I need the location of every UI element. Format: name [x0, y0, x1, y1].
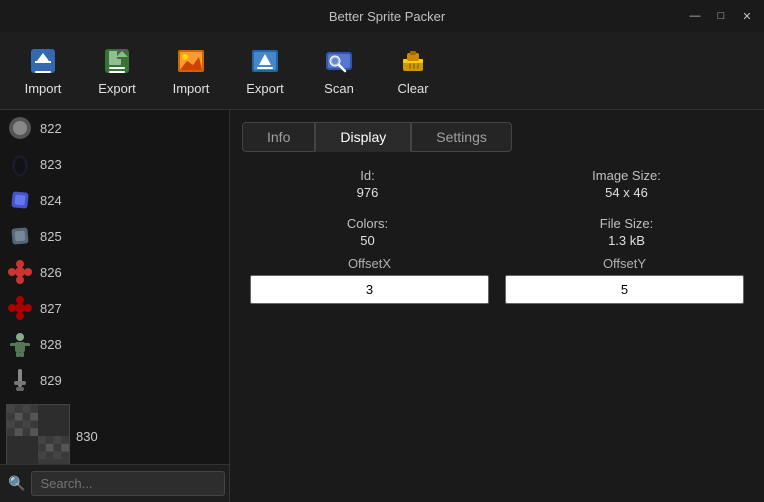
export1-icon: [101, 45, 133, 77]
scan-label: Scan: [324, 81, 354, 96]
import1-label: Import: [25, 81, 62, 96]
list-item[interactable]: 823: [0, 146, 229, 182]
tab-info[interactable]: Info: [242, 122, 315, 152]
search-input[interactable]: [31, 471, 225, 496]
colors-label: Colors:: [347, 216, 388, 231]
file-size-cell: File Size: 1.3 kB: [509, 216, 744, 248]
item-thumb: [6, 404, 70, 464]
item-label: 829: [40, 373, 62, 388]
item-thumb: [6, 150, 34, 178]
item-thumb: [6, 294, 34, 322]
scan-icon: [323, 45, 355, 77]
app-title: Better Sprite Packer: [88, 9, 686, 24]
import2-label: Import: [173, 81, 210, 96]
tab-bar: Info Display Settings: [242, 122, 752, 152]
file-size-label: File Size:: [600, 216, 653, 231]
scan-button[interactable]: Scan: [304, 38, 374, 104]
search-bar: 🔍: [0, 464, 229, 502]
item-label: 828: [40, 337, 62, 352]
import2-button[interactable]: Import: [156, 38, 226, 104]
item-thumb: [6, 186, 34, 214]
tab-settings[interactable]: Settings: [411, 122, 512, 152]
offset-x-label: OffsetX: [348, 256, 391, 271]
item-label: 826: [40, 265, 62, 280]
offset-x-cell: OffsetX: [250, 256, 489, 304]
export2-label: Export: [246, 81, 284, 96]
item-label: 823: [40, 157, 62, 172]
sprite-list: 822 823: [0, 110, 229, 464]
item-label: 824: [40, 193, 62, 208]
item-thumb: [6, 222, 34, 250]
search-icon: 🔍: [8, 475, 25, 492]
clear-icon: [397, 45, 429, 77]
list-item[interactable]: 825: [0, 218, 229, 254]
id-label: Id:: [360, 168, 374, 183]
export1-button[interactable]: Export: [82, 38, 152, 104]
list-item[interactable]: 829: [0, 362, 229, 398]
list-item[interactable]: 824: [0, 182, 229, 218]
right-panel: Info Display Settings Id: 976 Image Size…: [230, 110, 764, 502]
item-thumb: [6, 114, 34, 142]
main-area: 822 823: [0, 110, 764, 502]
import1-button[interactable]: Import: [8, 38, 78, 104]
offset-row: OffsetX OffsetY: [242, 256, 752, 304]
offset-y-cell: OffsetY: [505, 256, 744, 304]
image-size-cell: Image Size: 54 x 46: [509, 168, 744, 200]
export2-icon: [249, 45, 281, 77]
item-thumb: [6, 258, 34, 286]
list-item[interactable]: 827: [0, 290, 229, 326]
item-thumb: [6, 330, 34, 358]
list-item[interactable]: 826: [0, 254, 229, 290]
item-label: 827: [40, 301, 62, 316]
clear-button[interactable]: Clear: [378, 38, 448, 104]
id-value: 976: [357, 185, 379, 200]
title-bar: Better Sprite Packer — □ ✕: [0, 0, 764, 32]
clear-label: Clear: [397, 81, 428, 96]
export1-label: Export: [98, 81, 136, 96]
item-thumb: [6, 366, 34, 394]
colors-cell: Colors: 50: [250, 216, 485, 248]
tab-display[interactable]: Display: [315, 122, 411, 152]
import2-icon: [175, 45, 207, 77]
import1-icon: [27, 45, 59, 77]
id-cell: Id: 976: [250, 168, 485, 200]
close-button[interactable]: ✕: [738, 7, 756, 25]
list-item[interactable]: 828: [0, 326, 229, 362]
window-controls: — □ ✕: [686, 7, 756, 25]
item-label: 822: [40, 121, 62, 136]
item-label: 825: [40, 229, 62, 244]
minimize-button[interactable]: —: [686, 7, 704, 25]
maximize-button[interactable]: □: [712, 7, 730, 25]
sidebar: 822 823: [0, 110, 230, 502]
list-item[interactable]: 830: [0, 398, 229, 464]
toolbar: Import Export Import: [0, 32, 764, 110]
item-label: 830: [76, 429, 98, 444]
list-item[interactable]: 822: [0, 110, 229, 146]
colors-value: 50: [360, 233, 374, 248]
offset-y-label: OffsetY: [603, 256, 646, 271]
image-size-value: 54 x 46: [605, 185, 648, 200]
offset-y-input[interactable]: [505, 275, 744, 304]
image-size-label: Image Size:: [592, 168, 661, 183]
info-grid: Id: 976 Image Size: 54 x 46 Colors: 50 F…: [242, 168, 752, 248]
export2-button[interactable]: Export: [230, 38, 300, 104]
offset-x-input[interactable]: [250, 275, 489, 304]
file-size-value: 1.3 kB: [608, 233, 645, 248]
